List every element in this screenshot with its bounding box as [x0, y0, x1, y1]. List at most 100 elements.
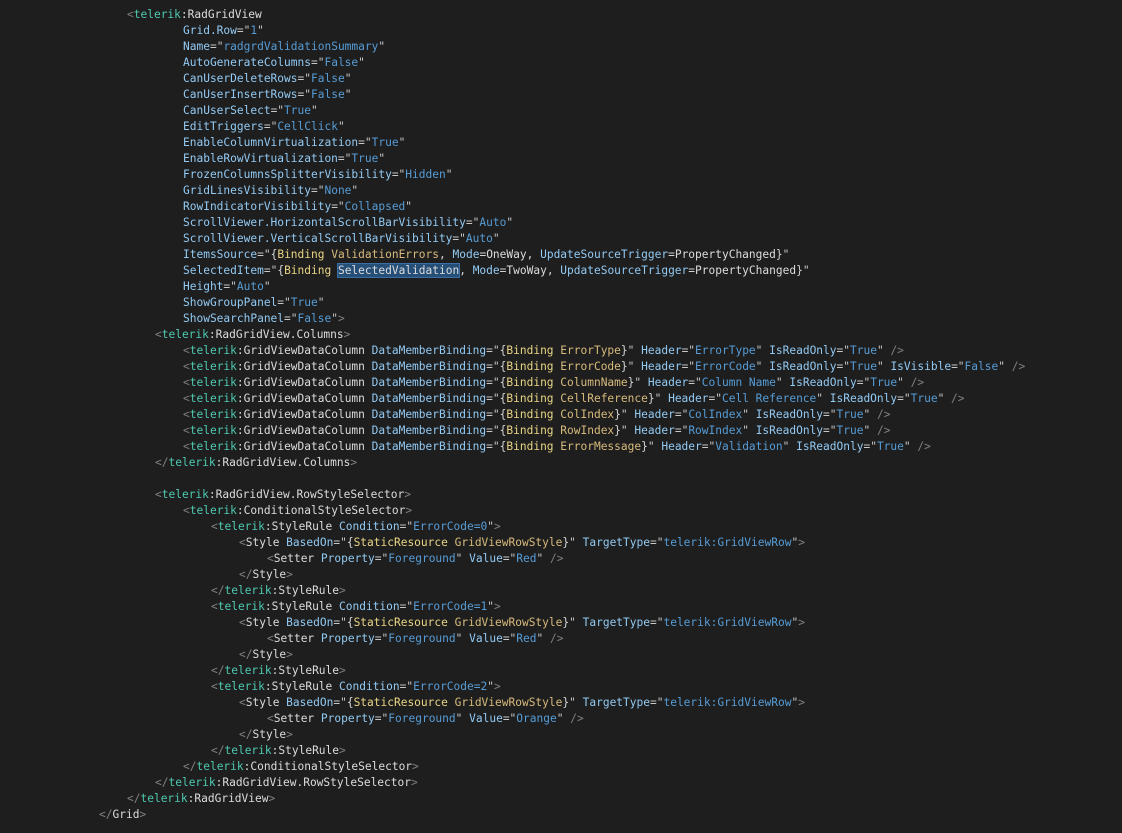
code-line[interactable]: EditTriggers="CellClick": [0, 119, 1122, 135]
code-token: Property: [320, 712, 375, 725]
code-token: IsReadOnly: [769, 360, 837, 373]
code-line[interactable]: <telerik:StyleRule Condition="ErrorCode=…: [0, 679, 1122, 695]
code-token: telerik: [189, 504, 237, 517]
code-token: />: [550, 632, 564, 645]
code-line[interactable]: ScrollViewer.HorizontalScrollBarVisibili…: [0, 215, 1122, 231]
code-line[interactable]: <Style BasedOn="{StaticResource GridView…: [0, 535, 1122, 551]
code-line[interactable]: Height="Auto": [0, 279, 1122, 295]
code-line[interactable]: ShowGroupPanel="True": [0, 295, 1122, 311]
code-token: <: [267, 552, 274, 565]
code-token: ": [536, 632, 550, 645]
code-line[interactable]: </Style>: [0, 647, 1122, 663]
code-token: ErrorType: [695, 344, 756, 357]
code-line[interactable]: <telerik:GridViewDataColumn DataMemberBi…: [0, 439, 1122, 455]
code-line[interactable]: </telerik:RadGridView.RowStyleSelector>: [0, 775, 1122, 791]
code-token: <: [239, 536, 246, 549]
code-line[interactable]: EnableColumnVirtualization="True": [0, 135, 1122, 151]
code-line[interactable]: <telerik:GridViewDataColumn DataMemberBi…: [0, 359, 1122, 375]
code-line[interactable]: FrozenColumnsSplitterVisibility="Hidden": [0, 167, 1122, 183]
code-line[interactable]: <Setter Property="Foreground" Value="Ora…: [0, 711, 1122, 727]
code-line[interactable]: <Setter Property="Foreground" Value="Red…: [0, 631, 1122, 647]
code-line[interactable]: [0, 471, 1122, 487]
code-token: IsReadOnly: [755, 424, 824, 437]
code-token: >: [798, 536, 805, 549]
code-line[interactable]: </telerik:ConditionalStyleSelector>: [0, 759, 1122, 775]
code-token: >: [286, 728, 293, 741]
selected-text: SelectedValidation: [336, 263, 461, 278]
code-line[interactable]: <telerik:RadGridView: [0, 7, 1122, 23]
code-line[interactable]: EnableRowVirtualization="True": [0, 151, 1122, 167]
code-line[interactable]: </Grid>: [0, 807, 1122, 823]
code-line[interactable]: <telerik:GridViewDataColumn DataMemberBi…: [0, 423, 1122, 439]
code-token: DataMemberBinding: [371, 360, 487, 373]
code-token: CanUserDeleteRows: [183, 72, 298, 85]
code-line[interactable]: <Setter Property="Foreground" Value="Red…: [0, 551, 1122, 567]
code-token: </: [239, 728, 253, 741]
code-line[interactable]: <telerik:GridViewDataColumn DataMemberBi…: [0, 391, 1122, 407]
code-token: GridViewDataColumn: [243, 376, 372, 389]
code-line[interactable]: <telerik:ConditionalStyleSelector>: [0, 503, 1122, 519]
code-line[interactable]: <telerik:GridViewDataColumn DataMemberBi…: [0, 343, 1122, 359]
code-line[interactable]: Name="radgrdValidationSummary": [0, 39, 1122, 55]
code-token: RadGridView: [187, 8, 262, 21]
code-token: telerik: [189, 360, 237, 373]
code-token: =": [297, 72, 311, 85]
code-line[interactable]: <Style BasedOn="{StaticResource GridView…: [0, 615, 1122, 631]
code-line[interactable]: <Style BasedOn="{StaticResource GridView…: [0, 695, 1122, 711]
code-line[interactable]: <telerik:RadGridView.Columns>: [0, 327, 1122, 343]
code-line[interactable]: AutoGenerateColumns="False": [0, 55, 1122, 71]
code-line[interactable]: <telerik:StyleRule Condition="ErrorCode=…: [0, 599, 1122, 615]
code-token: Style: [252, 568, 287, 581]
code-line[interactable]: <telerik:RadGridView.RowStyleSelector>: [0, 487, 1122, 503]
code-line[interactable]: <telerik:GridViewDataColumn DataMemberBi…: [0, 375, 1122, 391]
code-line[interactable]: CanUserInsertRows="False": [0, 87, 1122, 103]
code-token: ": [755, 360, 770, 373]
code-line[interactable]: <telerik:GridViewDataColumn DataMemberBi…: [0, 407, 1122, 423]
code-token: IsReadOnly: [829, 392, 898, 405]
code-line[interactable]: CanUserDeleteRows="False": [0, 71, 1122, 87]
code-line[interactable]: ScrollViewer.VerticalScrollBarVisibility…: [0, 231, 1122, 247]
code-token: telerik: [189, 408, 237, 421]
code-token: Binding: [506, 408, 561, 421]
code-line[interactable]: </telerik:StyleRule>: [0, 743, 1122, 759]
code-token: ": [358, 56, 365, 69]
code-token: GridViewDataColumn: [243, 408, 372, 421]
code-line[interactable]: ItemsSource="{Binding ValidationErrors, …: [0, 247, 1122, 263]
code-line[interactable]: <telerik:StyleRule Condition="ErrorCode=…: [0, 519, 1122, 535]
code-token: ": [344, 88, 352, 101]
code-line[interactable]: SelectedItem="{Binding SelectedValidatio…: [0, 263, 1122, 279]
code-line[interactable]: ShowSearchPanel="False">: [0, 311, 1122, 327]
code-token: ValidationErrors: [331, 248, 439, 261]
code-line[interactable]: Grid.Row="1": [0, 23, 1122, 39]
code-token: Binding: [506, 344, 561, 357]
code-token: ErrorCode=0: [413, 520, 488, 533]
code-token: telerik:GridViewRow: [663, 536, 792, 549]
code-token: Header: [641, 344, 682, 357]
code-line[interactable]: </telerik:StyleRule>: [0, 663, 1122, 679]
code-token: ": [802, 264, 810, 277]
code-token: True: [876, 440, 904, 453]
code-token: Mode: [472, 264, 500, 277]
code-token: />: [1011, 360, 1026, 373]
code-token: StaticResource: [353, 536, 455, 549]
code-line[interactable]: </telerik:RadGridView>: [0, 791, 1122, 807]
code-token: Binding: [506, 392, 561, 405]
code-token: ": [569, 696, 583, 709]
code-token: Setter: [273, 632, 321, 645]
code-line[interactable]: </Style>: [0, 567, 1122, 583]
code-token: ": [876, 360, 891, 373]
code-line[interactable]: RowIndicatorVisibility="Collapsed": [0, 199, 1122, 215]
code-line[interactable]: </telerik:StyleRule>: [0, 583, 1122, 599]
code-line[interactable]: </telerik:RadGridView.Columns>: [0, 455, 1122, 471]
code-line[interactable]: CanUserSelect="True": [0, 103, 1122, 119]
code-token: =": [836, 344, 850, 357]
code-token: Cell Reference: [721, 392, 817, 405]
code-token: >: [339, 744, 346, 757]
code-token: Binding: [506, 440, 561, 453]
code-line[interactable]: </Style>: [0, 727, 1122, 743]
code-line[interactable]: GridLinesVisibility="None": [0, 183, 1122, 199]
code-editor[interactable]: <telerik:RadGridView Grid.Row="1" Name="ra…: [0, 0, 1122, 833]
code-token: GridViewDataColumn: [243, 360, 372, 373]
code-token: Foreground: [388, 712, 456, 725]
code-token: =": [823, 408, 837, 421]
